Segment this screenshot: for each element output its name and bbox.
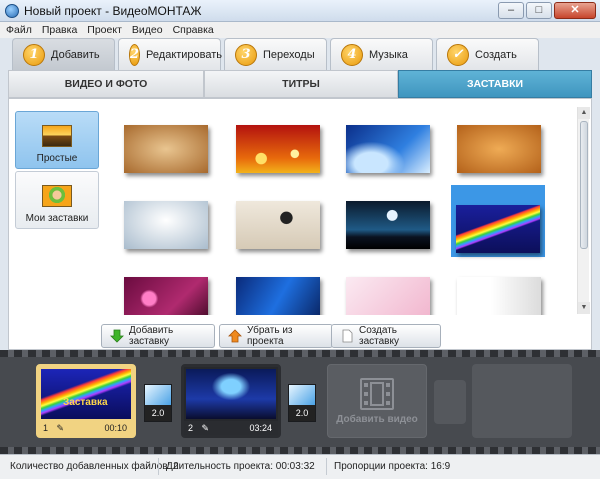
category-label: Мои заставки (25, 213, 89, 224)
scrollbar-thumb[interactable] (580, 121, 588, 249)
intro-thumbnail[interactable] (457, 125, 541, 173)
vertical-scrollbar[interactable]: ▲ ▼ (577, 107, 590, 314)
clip-preview (186, 369, 276, 419)
intro-library-panel: Простые Мои заставки ▲ ▼ Добавить застав… (8, 98, 592, 350)
add-video-slot[interactable]: Добавить видео (327, 364, 427, 438)
tab-titles[interactable]: ТИТРЫ (204, 70, 398, 98)
menu-bar: Файл Правка Проект Видео Справка (0, 22, 600, 38)
intro-thumbnail[interactable] (236, 125, 320, 173)
clip-duration: 00:10 (104, 423, 127, 433)
pencil-icon[interactable]: ✎ (57, 423, 65, 433)
menu-video[interactable]: Видео (132, 22, 163, 38)
clip-preview: Заставка (41, 369, 131, 419)
add-intro-label: Добавить заставку (129, 325, 174, 347)
clip-number: 1 (43, 423, 49, 433)
step-tab-add[interactable]: 1 Добавить (12, 38, 115, 70)
intro-thumbnail[interactable] (124, 201, 208, 249)
sub-tabs: ВИДЕО И ФОТО ТИТРЫ ЗАСТАВКИ (8, 70, 592, 98)
intro-thumbnail[interactable] (124, 125, 208, 173)
document-icon (340, 329, 354, 343)
title-bar: Новый проект - ВидеоМОНТАЖ – □ ✕ (0, 0, 600, 22)
add-video-label: Добавить видео (336, 413, 418, 425)
intro-thumbnail[interactable] (457, 277, 541, 315)
transition-preview (289, 385, 315, 405)
film-strip-bottom (0, 447, 600, 454)
film-icon (360, 377, 394, 410)
intro-thumbnail[interactable] (346, 277, 430, 315)
status-aspect-ratio: Пропорции проекта: 16:9 (334, 461, 451, 472)
intro-thumbnail[interactable] (236, 277, 320, 315)
tab-intros[interactable]: ЗАСТАВКИ (398, 70, 592, 98)
step-label: Музыка (369, 48, 408, 61)
maximize-button[interactable]: □ (526, 2, 552, 19)
storyboard-timeline: Заставка 1 ✎ 00:10 2.0 2 ✎ 03:24 2.0 Доб… (0, 350, 600, 454)
transition-duration: 2.0 (295, 408, 309, 418)
intro-thumbnail[interactable] (236, 201, 320, 249)
transition-slot[interactable]: 2.0 (144, 384, 172, 422)
step-label: Переходы (263, 48, 315, 61)
intro-thumbnail[interactable] (124, 277, 208, 315)
tab-video-photo[interactable]: ВИДЕО И ФОТО (8, 70, 204, 98)
intro-thumbnail[interactable] (346, 201, 430, 249)
orange-up-arrow-icon (228, 329, 242, 343)
category-my-intros[interactable]: Мои заставки (15, 171, 99, 229)
status-file-count: Количество добавленных файлов: 2 (10, 461, 179, 472)
timeline-clip-intro[interactable]: Заставка 1 ✎ 00:10 (36, 364, 136, 438)
menu-project[interactable]: Проект (87, 22, 122, 38)
status-project-duration: Длительность проекта: 00:03:32 (166, 461, 315, 472)
clip-info-bar: 1 ✎ 00:10 (39, 421, 133, 435)
status-divider (326, 458, 327, 475)
transition-slot[interactable]: 2.0 (288, 384, 316, 422)
remove-label: Убрать из проекта (247, 325, 293, 347)
step-label: Редактировать (146, 48, 223, 61)
step-number-badge: 1 (23, 43, 45, 66)
minimize-button[interactable]: – (498, 2, 524, 19)
create-intro-label: Создать заставку (359, 325, 399, 347)
close-button[interactable]: ✕ (554, 2, 596, 19)
menu-file[interactable]: Файл (6, 22, 32, 38)
category-label: Простые (36, 153, 78, 164)
status-divider (158, 458, 159, 475)
clip-info-bar: 2 ✎ 03:24 (184, 421, 278, 435)
step-number-badge: 4 (341, 43, 363, 66)
transition-preview (145, 385, 171, 405)
add-intro-button[interactable]: Добавить заставку (101, 324, 215, 348)
step-tab-edit[interactable]: 2 Редактировать (118, 38, 223, 70)
step-tabs: 1 Добавить 2 Редактировать 3 Переходы 4 … (0, 38, 600, 70)
app-logo-icon (5, 4, 19, 18)
window-title: Новый проект - ВидеоМОНТАЖ (24, 4, 202, 18)
scroll-down-arrow-icon[interactable]: ▼ (578, 302, 590, 314)
menu-help[interactable]: Справка (173, 22, 214, 38)
clip-duration: 03:24 (249, 423, 272, 433)
create-intro-button[interactable]: Создать заставку (331, 324, 441, 348)
step-label: Добавить (51, 48, 100, 61)
window-controls: – □ ✕ (498, 2, 596, 19)
sunset-icon (42, 125, 72, 147)
step-tab-music[interactable]: 4 Музыка (330, 38, 433, 70)
step-tab-transitions[interactable]: 3 Переходы (224, 38, 327, 70)
category-simple[interactable]: Простые (15, 111, 99, 169)
film-strip-top (0, 350, 600, 357)
step-label: Создать (475, 48, 517, 61)
user-photo-icon (42, 185, 72, 207)
transition-duration: 2.0 (151, 408, 165, 418)
step-check-badge: ✓ (447, 43, 469, 66)
intro-thumbnail[interactable] (346, 125, 430, 173)
clip-caption: Заставка (63, 397, 108, 408)
step-number-badge: 3 (235, 43, 257, 66)
intro-thumbnail-grid (108, 105, 568, 315)
step-number-badge: 2 (129, 43, 141, 66)
timeline-clip-video[interactable]: 2 ✎ 03:24 (181, 364, 281, 438)
empty-transition-slot (434, 380, 466, 424)
step-tab-create[interactable]: ✓ Создать (436, 38, 539, 70)
menu-edit[interactable]: Правка (42, 22, 77, 38)
green-down-arrow-icon (110, 329, 124, 343)
status-bar: Количество добавленных файлов: 2 Длитель… (0, 454, 600, 479)
pencil-icon[interactable]: ✎ (202, 423, 210, 433)
intro-thumbnail[interactable] (456, 205, 540, 253)
remove-from-project-button[interactable]: Убрать из проекта (219, 324, 333, 348)
empty-clip-slot (472, 364, 572, 438)
scroll-up-arrow-icon[interactable]: ▲ (578, 107, 590, 119)
clip-number: 2 (188, 423, 194, 433)
